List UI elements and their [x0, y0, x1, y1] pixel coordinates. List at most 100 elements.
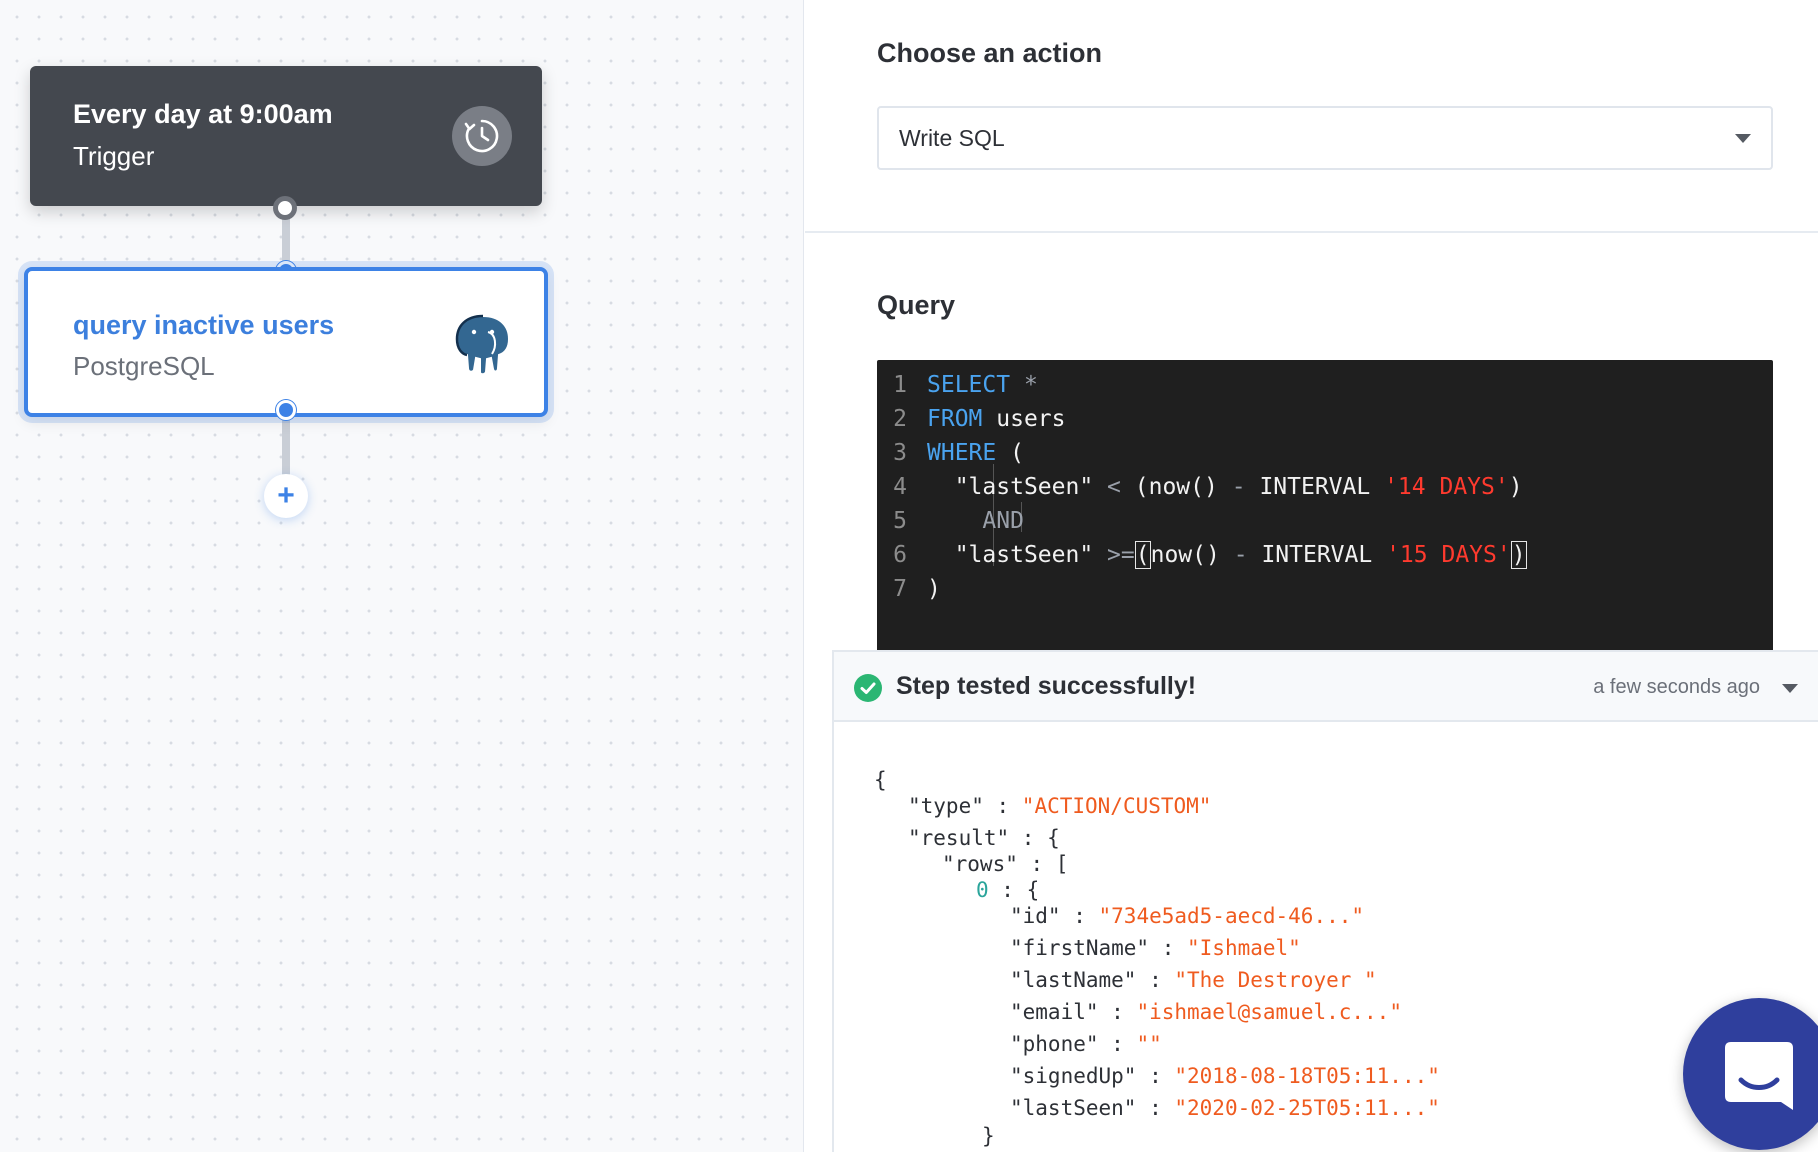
section-divider: [805, 231, 1818, 233]
code-line: 4 "lastSeen" < (now() - INTERVAL '14 DAY…: [877, 474, 1773, 508]
action-select[interactable]: Write SQL: [877, 106, 1773, 170]
json-value: "734e5ad5-aecd-46...": [1098, 904, 1365, 928]
add-step-button[interactable]: +: [264, 474, 308, 518]
json-line[interactable]: "result" : {: [908, 826, 1060, 850]
json-key: "id": [1010, 904, 1061, 928]
sql-operator: >=: [1107, 542, 1135, 568]
json-key: "lastName": [1010, 968, 1137, 992]
trigger-title: Every day at 9:00am: [73, 99, 333, 129]
step-config-panel: Choose an action Write SQL Query 1 SELEC…: [805, 0, 1818, 1152]
sql-operator: <: [1107, 474, 1121, 500]
sql-token: ): [1508, 474, 1523, 500]
json-key: "type": [908, 794, 984, 818]
workflow-canvas[interactable]: Every day at 9:00am Trigger query inacti…: [0, 0, 804, 1152]
json-key: "signedUp": [1010, 1064, 1137, 1088]
sql-keyword: WHERE: [927, 440, 997, 466]
json-value: "ishmael@samuel.c...": [1136, 1000, 1402, 1024]
code-line: 1 SELECT *: [877, 372, 1773, 406]
json-brace: {: [874, 768, 887, 792]
json-brace: }: [982, 1124, 995, 1148]
sql-keyword: FROM: [927, 406, 983, 432]
code-line: 2 FROM users: [877, 406, 1773, 440]
json-key: "email": [1010, 1000, 1099, 1024]
line-number: 1: [893, 372, 907, 398]
test-result-header[interactable]: Step tested successfully! a few seconds …: [834, 652, 1818, 722]
trigger-output-handle[interactable]: [273, 196, 297, 220]
sql-operator: -: [1231, 474, 1246, 500]
line-number: 6: [893, 542, 907, 568]
code-line: 7 ): [877, 576, 1773, 610]
json-field: "lastSeen" : "2020-02-25T05:11...": [1010, 1096, 1440, 1120]
action-select-value: Write SQL: [899, 124, 1005, 151]
sql-keyword: SELECT: [927, 372, 1011, 398]
json-value: "2018-08-18T05:11...": [1174, 1064, 1440, 1088]
json-key: "lastSeen": [1010, 1096, 1137, 1120]
connector-line: [282, 416, 290, 478]
sql-token: now(): [1150, 542, 1220, 568]
line-number: 7: [893, 576, 907, 602]
code-line: 5 AND: [877, 508, 1773, 542]
sql-token: INTERVAL: [1259, 474, 1371, 500]
json-field: "id" : "734e5ad5-aecd-46...": [1010, 904, 1365, 928]
json-line: "type" : "ACTION/CUSTOM": [908, 794, 1212, 818]
json-key: "rows": [942, 852, 1018, 876]
check-circle-icon: [854, 674, 882, 702]
plus-icon: +: [277, 479, 295, 512]
code-line: 6 "lastSeen" >=(now() - INTERVAL '15 DAY…: [877, 541, 1773, 576]
chat-launcher-button[interactable]: [1683, 998, 1818, 1150]
json-index: 0: [976, 878, 989, 902]
chat-icon: [1725, 1042, 1793, 1110]
json-result-viewer: { "type" : "ACTION/CUSTOM" "result" : { …: [834, 722, 1818, 1152]
sql-string: '15 DAYS': [1386, 542, 1511, 568]
json-value: "Ishmael": [1187, 936, 1301, 960]
sql-keyword: AND: [982, 508, 1024, 534]
json-line[interactable]: 0 : {: [976, 878, 1039, 902]
sql-token: users: [996, 406, 1066, 432]
action-step-card[interactable]: query inactive users PostgreSQL: [24, 267, 548, 417]
sql-token: "lastSeen": [954, 542, 1094, 568]
action-title: query inactive users: [73, 310, 335, 340]
test-result-panel: Step tested successfully! a few seconds …: [832, 650, 1818, 1152]
json-key: "firstName": [1010, 936, 1150, 960]
sql-token: (now(): [1134, 474, 1218, 500]
json-value: "": [1136, 1032, 1162, 1056]
sql-token: *: [1023, 372, 1038, 398]
line-number: 2: [893, 406, 907, 432]
line-number: 3: [893, 440, 907, 466]
json-field: "signedUp" : "2018-08-18T05:11...": [1010, 1064, 1440, 1088]
json-key: "phone": [1010, 1032, 1099, 1056]
choose-action-heading: Choose an action: [877, 38, 1103, 68]
json-field: "firstName" : "Ishmael": [1010, 936, 1301, 960]
code-line: 3 WHERE (: [877, 440, 1773, 474]
bracket-match-highlight: (: [1134, 541, 1151, 569]
chevron-down-icon[interactable]: [1782, 684, 1798, 693]
sql-operator: -: [1233, 542, 1248, 568]
trigger-step-card[interactable]: Every day at 9:00am Trigger: [30, 66, 542, 206]
json-field: "email" : "ishmael@samuel.c...": [1010, 1000, 1402, 1024]
test-timestamp: a few seconds ago: [1593, 676, 1760, 698]
sql-token: (: [1010, 440, 1024, 466]
bracket-match-highlight: ): [1510, 541, 1527, 569]
line-number: 5: [893, 508, 907, 534]
json-field: "lastName" : "The Destroyer ": [1010, 968, 1377, 992]
clock-icon: [452, 106, 512, 166]
line-number: 4: [893, 474, 907, 500]
json-value: "2020-02-25T05:11...": [1174, 1096, 1440, 1120]
test-status-text: Step tested successfully!: [896, 672, 1197, 700]
query-heading: Query: [877, 290, 956, 320]
sql-token: ): [927, 576, 941, 602]
json-line[interactable]: "rows" : [: [942, 852, 1068, 876]
json-field: "phone" : "": [1010, 1032, 1162, 1056]
sql-string: '14 DAYS': [1384, 474, 1509, 500]
sql-token: "lastSeen": [954, 474, 1094, 500]
action-subtitle: PostgreSQL: [73, 351, 215, 381]
json-value: "ACTION/CUSTOM": [1021, 794, 1212, 818]
postgresql-elephant-icon: [452, 312, 514, 378]
json-value: "The Destroyer ": [1174, 968, 1377, 992]
trigger-subtitle: Trigger: [73, 141, 155, 171]
action-output-handle[interactable]: [276, 400, 296, 420]
sql-token: INTERVAL: [1261, 542, 1373, 568]
chevron-down-icon: [1735, 134, 1751, 143]
json-key: "result": [908, 826, 1010, 850]
sql-code-editor[interactable]: 1 SELECT * 2 FROM users 3 WHERE ( 4 "las…: [877, 360, 1773, 660]
